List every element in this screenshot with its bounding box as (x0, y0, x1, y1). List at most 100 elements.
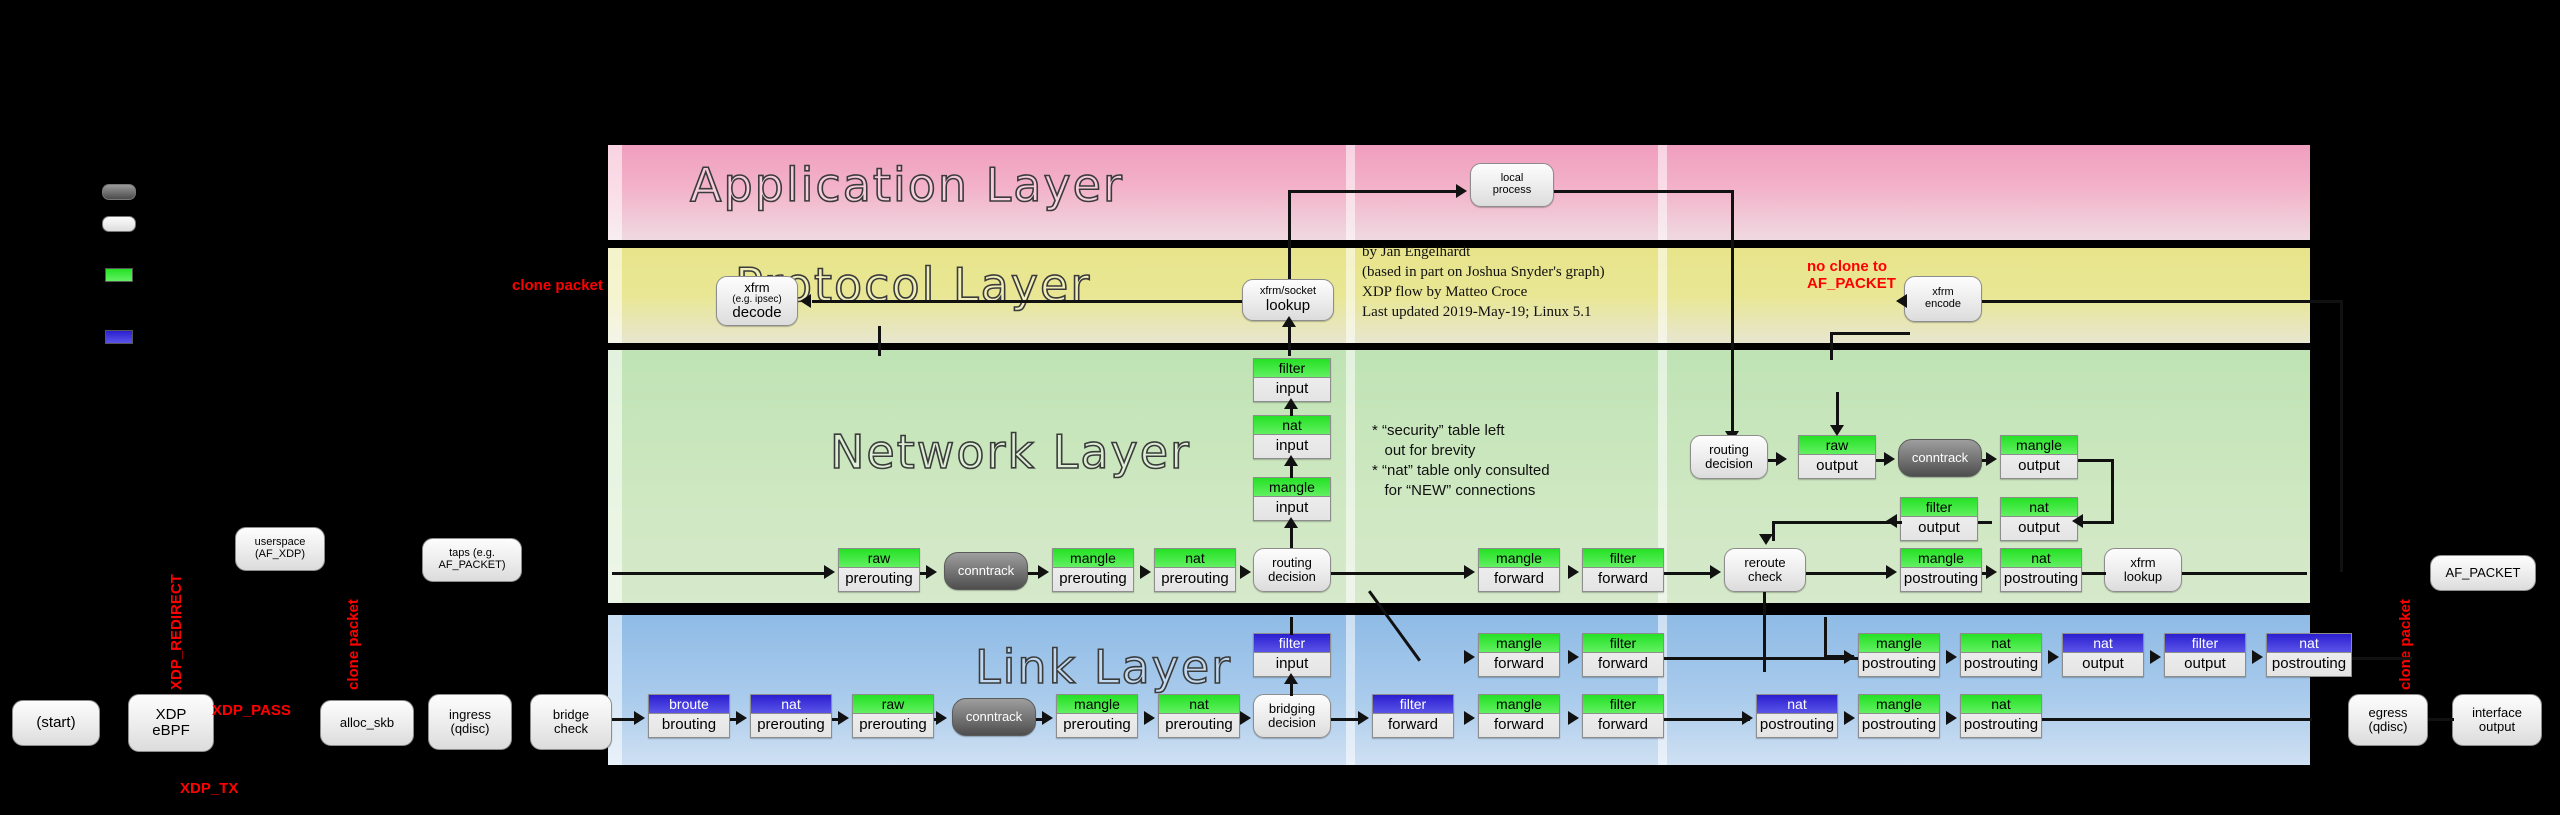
chain-box-net-nat-output[interactable]: nat output (2000, 497, 2078, 541)
arrowhead-link-filter-fwd-b1-in (1358, 711, 1369, 725)
chain-box-net-raw-output[interactable]: raw output (1798, 435, 1876, 479)
chain-box-net-mangle-forward[interactable]: mangle forward (1478, 548, 1560, 592)
arrowhead-nat-input-in (1284, 455, 1298, 466)
chain-table-name: raw (839, 549, 919, 568)
chain-box-link-mangle-forward-b[interactable]: mangle forward (1478, 694, 1560, 738)
chain-name: prerouting (1059, 570, 1127, 587)
edge-xfrm-lookup-up (2340, 300, 2343, 572)
chain-name: output (1816, 457, 1858, 474)
chain-box-net-nat-prerouting[interactable]: nat prerouting (1154, 548, 1236, 592)
chain-box-link-nat-prerouting[interactable]: nat prerouting (750, 694, 832, 738)
node-egress-qdisc[interactable]: egress (qdisc) (2348, 694, 2428, 746)
chain-box-link-nat-postrouting-t2[interactable]: nat postrouting (2266, 633, 2352, 677)
chain-box-link-filter-forward-b1[interactable]: filter forward (1372, 694, 1454, 738)
chain-box-link-broute-brouting[interactable]: broute brouting (648, 694, 730, 738)
edge-raw-to-conntrack-link (934, 718, 942, 721)
label-xdp-tx: XDP_TX (180, 780, 239, 797)
node-net-conntrack-output[interactable]: conntrack (1898, 439, 1982, 477)
chain-box-net-mangle-prerouting[interactable]: mangle prerouting (1052, 548, 1134, 592)
chain-box-net-filter-input[interactable]: filter input (1253, 358, 1331, 402)
node-bridge-check[interactable]: bridge check (530, 694, 612, 750)
node-egress-line1: egress (2368, 705, 2408, 721)
chain-table-name: nat (2063, 634, 2143, 653)
edge-xfrm-encode-down2 (1830, 332, 1833, 360)
edge-decode-down (878, 326, 881, 356)
chain-box-link-mangle-prerouting[interactable]: mangle prerouting (1056, 694, 1138, 738)
chain-box-net-filter-output[interactable]: filter output (1900, 497, 1978, 541)
chain-box-link-filter-output[interactable]: filter output (2164, 633, 2246, 677)
chain-box-link-nat-postrouting-t[interactable]: nat postrouting (1960, 633, 2042, 677)
chain-box-link-nat-output[interactable]: nat output (2062, 633, 2144, 677)
chain-box-link-mangle-postrouting-t[interactable]: mangle postrouting (1858, 633, 1940, 677)
node-net-reroute-check[interactable]: reroute check (1724, 548, 1806, 592)
chain-box-link-filter-forward-top[interactable]: filter forward (1582, 633, 1664, 677)
chain-box-link-nat-postrouting-b[interactable]: nat postrouting (1756, 694, 1838, 738)
label-clone-packet-right: clone packet (2397, 599, 2414, 690)
arrowhead-local-process-in (1456, 184, 1467, 198)
chain-name: brouting (661, 716, 717, 733)
node-conntrack-label: conntrack (957, 563, 1015, 579)
node-xdp-ebpf-line2: eBPF (152, 722, 190, 739)
edge-into-link-post-top (1824, 617, 1827, 657)
chain-box-link-filter-forward-b2[interactable]: filter forward (1582, 694, 1664, 738)
arrowhead-link-filter-output-in (2150, 650, 2161, 664)
chain-box-link-mangle-forward-top[interactable]: mangle forward (1478, 633, 1560, 677)
chain-table-name: mangle (2001, 436, 2077, 455)
edge-bridge-to-brouting (612, 718, 636, 721)
node-xfrm-encode[interactable]: xfrm encode (1904, 276, 1982, 322)
node-xfrm-decode-line1: xfrm (744, 280, 770, 296)
arrowhead-link-nat-post-b2-in (1946, 711, 1957, 725)
chain-box-link-raw-prerouting[interactable]: raw prerouting (852, 694, 934, 738)
node-start-label: (start) (36, 714, 76, 732)
node-ingress-qdisc[interactable]: ingress (qdisc) (428, 694, 512, 750)
node-xdp-ebpf[interactable]: XDP eBPF (128, 694, 214, 752)
node-userspace-afxdp[interactable]: userspace (AF_XDP) (235, 527, 325, 571)
node-xfrm-socket-lookup[interactable]: xfrm/socket lookup (1242, 279, 1334, 321)
chain-box-net-mangle-output[interactable]: mangle output (2000, 435, 2078, 479)
edge-local-process-to-routing (1731, 190, 1734, 438)
arrowhead-reroute-from-output (1759, 534, 1773, 545)
node-net-xfrm-lookup[interactable]: xfrm lookup (2104, 548, 2182, 592)
node-conntrack-label: conntrack (965, 709, 1023, 725)
node-interface-output[interactable]: interface output (2452, 694, 2542, 746)
node-taps-af-packet[interactable]: taps (e.g. AF_PACKET) (422, 538, 522, 582)
edge-into-xfrm-encode (1982, 300, 2342, 303)
node-local-process[interactable]: local process (1470, 163, 1554, 207)
chain-table-name: raw (853, 695, 933, 714)
edge-filter-input-up (1290, 617, 1293, 635)
chain-box-net-filter-forward[interactable]: filter forward (1582, 548, 1664, 592)
chain-name: output (2184, 655, 2226, 672)
node-link-bridging-decision[interactable]: bridging decision (1253, 694, 1331, 738)
node-net-routing-decision-in[interactable]: routing decision (1253, 548, 1331, 592)
node-start[interactable]: (start) (12, 700, 100, 746)
node-alloc-skb[interactable]: alloc_skb (320, 700, 414, 746)
chain-box-link-mangle-postrouting-b[interactable]: mangle postrouting (1858, 694, 1940, 738)
arrowhead-link-nat-post-t2-in (2252, 650, 2263, 664)
arrowhead-link-mangle-fwd-b-in (1464, 711, 1475, 725)
chain-box-link-nat-postrouting-b2[interactable]: nat postrouting (1960, 694, 2042, 738)
node-af-packet[interactable]: AF_PACKET (2430, 555, 2536, 591)
node-bridging-decision-line1: bridging (1268, 701, 1316, 717)
node-link-conntrack[interactable]: conntrack (952, 698, 1036, 736)
node-xfrm-decode[interactable]: xfrm (e.g. ipsec) decode (716, 276, 798, 326)
edge-link-post-b-out (2042, 718, 2312, 721)
chain-box-link-filter-input[interactable]: filter input (1253, 633, 1331, 677)
node-conntrack-label: conntrack (1911, 450, 1969, 466)
legend-conntrack-swatch (102, 184, 136, 200)
footnotes-text: * “security” table left out for brevity … (1372, 422, 1550, 500)
chain-box-net-raw-prerouting[interactable]: raw prerouting (838, 548, 920, 592)
node-ingress-line2: (qdisc) (450, 721, 490, 736)
chain-box-net-nat-postrouting[interactable]: nat postrouting (2000, 548, 2082, 592)
chain-name: postrouting (2271, 655, 2347, 672)
chain-table-name: nat (1757, 695, 1837, 714)
layer-band-link (608, 615, 2310, 765)
chain-box-net-mangle-postrouting[interactable]: mangle postrouting (1900, 548, 1982, 592)
chain-box-net-nat-input[interactable]: nat input (1253, 415, 1331, 459)
chain-box-link-nat-prerouting-2[interactable]: nat prerouting (1158, 694, 1240, 738)
chain-name: postrouting (1759, 716, 1835, 733)
node-net-conntrack-prerouting[interactable]: conntrack (944, 552, 1028, 590)
diagram-canvas: Application Layer Protocol Layer Network… (0, 0, 2560, 815)
node-net-routing-decision-out[interactable]: routing decision (1690, 435, 1768, 479)
edge-routing-to-forward (1331, 572, 1465, 575)
chain-box-net-mangle-input[interactable]: mangle input (1253, 477, 1331, 521)
